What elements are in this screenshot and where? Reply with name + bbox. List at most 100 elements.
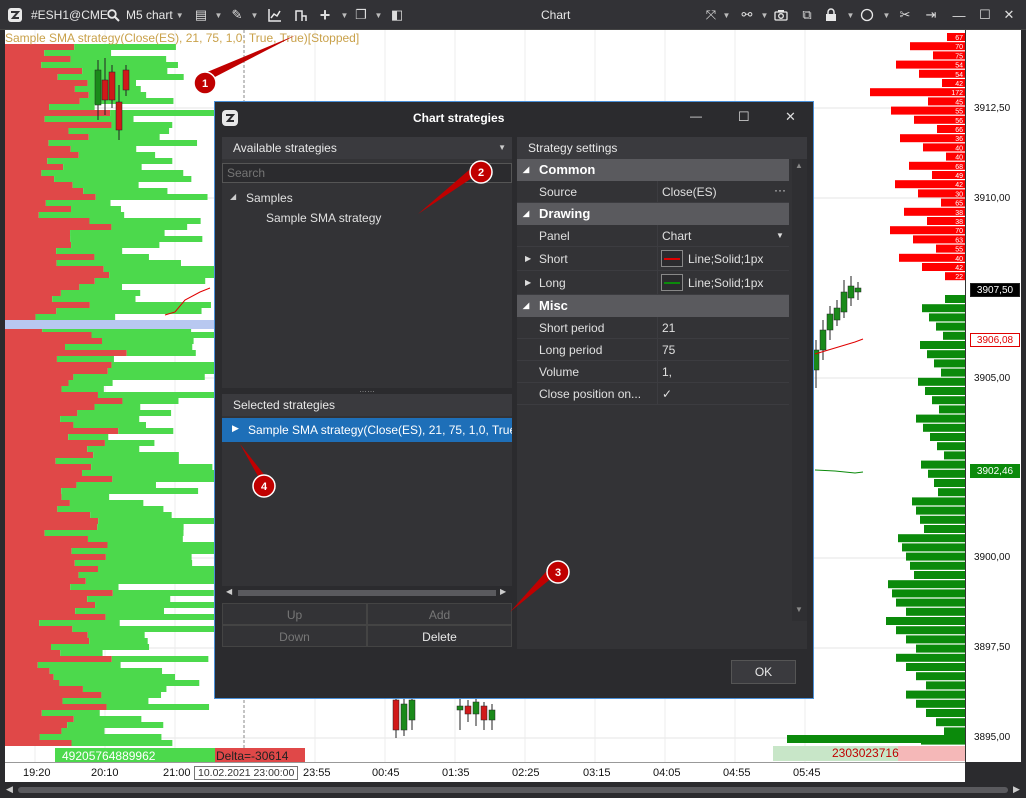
delete-button[interactable]: Delete <box>367 625 512 647</box>
time-axis[interactable]: 19:20 20:10 21:00 23:55 00:45 01:35 02:2… <box>5 762 965 782</box>
ellipsis-button[interactable]: ··· <box>774 181 786 199</box>
scroll-left-icon[interactable]: ◀ <box>6 784 13 795</box>
bid-volume-bar <box>5 350 127 356</box>
setting-row-long-period[interactable]: Long period 75 <box>517 339 789 361</box>
ask-volume-bar <box>56 308 202 314</box>
search-icon[interactable] <box>104 0 122 30</box>
setting-value[interactable]: Close(ES) <box>657 181 789 203</box>
short-line-swatch[interactable] <box>661 250 683 267</box>
scroll-left-icon[interactable]: ◀ <box>226 587 232 596</box>
search-input[interactable] <box>222 163 512 183</box>
ask-volume-bar <box>51 644 150 650</box>
setting-value[interactable]: 75 <box>657 339 789 361</box>
expand-arrow-icon[interactable]: ▶ <box>232 423 239 434</box>
setting-row-panel[interactable]: Panel Chart ▼ <box>517 225 789 247</box>
ask-profile-bar <box>891 106 965 115</box>
dialog-title: Chart strategies <box>413 111 505 125</box>
setting-row-long[interactable]: ▶ Long Line;Solid;1px <box>517 271 789 295</box>
setting-row-source[interactable]: Source Close(ES) ··· <box>517 181 789 203</box>
chevron-down-icon[interactable]: ▼ <box>754 0 772 30</box>
close-icon[interactable]: ✕ <box>1000 0 1018 30</box>
chevron-down-icon[interactable]: ▼ <box>776 225 784 247</box>
setting-value[interactable]: 1, <box>657 361 789 383</box>
chevron-down-icon[interactable]: ▼ <box>208 0 226 30</box>
tree-group-samples[interactable]: Samples <box>246 191 293 205</box>
bid-profile-bar <box>926 681 965 690</box>
collapse-icon: ◢ <box>523 209 530 218</box>
chevron-down-icon[interactable]: ▼ <box>244 0 262 30</box>
scroll-right-icon[interactable]: ▶ <box>1013 784 1020 795</box>
section-common[interactable]: ◢ Common <box>517 159 789 181</box>
ask-profile-value: 63 <box>955 237 963 244</box>
bid-volume-bar <box>5 458 56 464</box>
expand-arrow-icon[interactable]: ▶ <box>525 271 531 295</box>
tools-icon[interactable]: ✂ <box>896 0 914 30</box>
circle-icon[interactable] <box>858 0 876 30</box>
bid-volume-bar <box>5 632 88 638</box>
close-position-checkbox[interactable]: ✓ <box>657 383 789 405</box>
maximize-icon[interactable]: ☐ <box>738 109 750 125</box>
expand-arrow-icon[interactable]: ▶ <box>525 247 531 271</box>
copy-icon[interactable]: ⧉ <box>798 0 816 30</box>
close-icon[interactable]: ✕ <box>785 109 796 125</box>
scrollbar-thumb[interactable] <box>18 787 1008 793</box>
horizontal-scrollbar[interactable]: ◀ ▶ <box>222 586 512 600</box>
long-line-swatch[interactable] <box>661 274 683 291</box>
symbol-selector[interactable]: #ESH1@CME <box>31 0 108 30</box>
chevron-down-icon[interactable]: ▼ <box>876 0 894 30</box>
chevron-down-icon[interactable]: ▼ <box>498 137 506 159</box>
maximize-icon[interactable]: ☐ <box>976 0 994 30</box>
setting-row-short[interactable]: ▶ Short Line;Solid;1px <box>517 247 789 271</box>
ok-button[interactable]: OK <box>731 660 796 684</box>
chevron-down-icon[interactable]: ▼ <box>368 0 386 30</box>
chevron-down-icon[interactable]: ▼ <box>840 0 858 30</box>
scroll-down-icon[interactable]: ▼ <box>795 605 803 614</box>
chevron-down-icon[interactable]: ▼ <box>716 0 734 30</box>
long-sma-price-label: 3902,46 <box>970 464 1020 478</box>
lock-icon[interactable] <box>822 0 840 30</box>
price-axis[interactable]: 3912,50 3910,00 3905,00 3900,00 3897,50 … <box>965 30 1021 762</box>
available-strategies-header[interactable]: Available strategies ▼ <box>222 137 512 159</box>
pin-icon[interactable]: ⇥ <box>922 0 940 30</box>
chart-scrollbar[interactable]: ◀ ▶ <box>0 782 1026 798</box>
line-chart-icon[interactable] <box>266 0 284 30</box>
ask-volume-bar <box>87 596 171 602</box>
bid-profile-bar <box>888 580 965 589</box>
down-button[interactable]: Down <box>222 625 367 647</box>
minimize-icon[interactable]: — <box>950 0 968 30</box>
add-button[interactable]: Add <box>367 603 512 625</box>
candle <box>408 699 416 721</box>
camera-icon[interactable] <box>772 0 790 30</box>
ask-volume-bar <box>56 356 114 362</box>
ask-volume-bar <box>61 494 110 500</box>
scrollbar-thumb[interactable] <box>238 590 496 596</box>
setting-row-volume[interactable]: Volume 1, <box>517 361 789 383</box>
ask-volume-bar <box>87 536 183 542</box>
plus-icon[interactable]: + <box>316 0 334 30</box>
tree-item-sample-sma-strategy[interactable]: Sample SMA strategy <box>266 211 381 225</box>
price-tick: 3897,50 <box>974 642 1011 653</box>
ask-volume-bar <box>89 638 148 644</box>
section-misc[interactable]: ◢ Misc <box>517 295 789 317</box>
candle <box>854 287 862 293</box>
chart-strategies-dialog[interactable]: Chart strategies — ☐ ✕ Available strateg… <box>214 101 814 699</box>
dialog-title-bar[interactable]: Chart strategies — ☐ ✕ <box>215 102 813 134</box>
tree-expand-icon[interactable]: ◢ <box>230 192 236 201</box>
setting-row-close-position[interactable]: Close position on... ✓ <box>517 383 789 405</box>
setting-row-short-period[interactable]: Short period 21 <box>517 317 789 339</box>
chevron-down-icon[interactable]: ▼ <box>334 0 352 30</box>
indicator-icon[interactable] <box>292 0 310 30</box>
scroll-right-icon[interactable]: ▶ <box>500 587 506 596</box>
minimize-icon[interactable]: — <box>690 109 702 123</box>
vertical-scrollbar[interactable]: ▲ ▼ <box>792 159 807 621</box>
up-button[interactable]: Up <box>222 603 367 625</box>
section-drawing[interactable]: ◢ Drawing <box>517 203 789 225</box>
selected-strategy-row[interactable]: ▶ Sample SMA strategy(Close(ES), 21, 75,… <box>222 418 512 442</box>
scroll-up-icon[interactable]: ▲ <box>795 161 803 170</box>
layout-icon[interactable]: ◧ <box>388 0 406 30</box>
chart-type-dropdown[interactable]: M5 chart ▼ <box>126 0 184 30</box>
bid-profile-bar <box>945 295 965 303</box>
bid-volume-bar <box>5 608 76 614</box>
setting-value[interactable]: 21 <box>657 317 789 339</box>
setting-value[interactable]: Chart <box>657 225 789 247</box>
